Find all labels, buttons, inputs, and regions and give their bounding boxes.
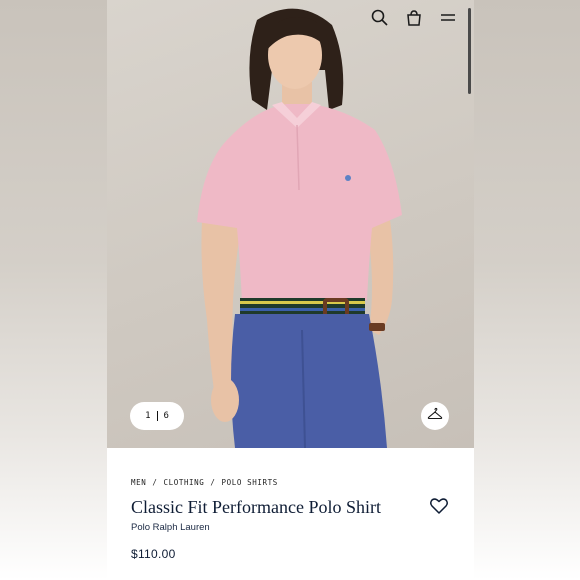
size-guide-button[interactable] — [421, 402, 449, 430]
menu-icon[interactable] — [438, 8, 458, 28]
breadcrumb-clothing[interactable]: CLOTHING — [163, 478, 204, 487]
heart-outline-icon[interactable] — [429, 496, 449, 516]
pager-current: 1 — [145, 411, 151, 421]
breadcrumb-separator: / — [210, 478, 216, 487]
product-image[interactable]: 1 6 — [107, 0, 474, 448]
scrollbar[interactable] — [468, 8, 471, 94]
shopping-bag-icon[interactable] — [404, 8, 424, 28]
breadcrumb-separator: / — [152, 478, 158, 487]
pager-separator — [156, 411, 158, 421]
hanger-icon — [427, 407, 443, 426]
header-icons — [370, 8, 458, 28]
breadcrumb-polo-shirts[interactable]: POLO SHIRTS — [222, 478, 278, 487]
brand-name[interactable]: Polo Ralph Lauren — [131, 522, 210, 533]
product-title: Classic Fit Performance Polo Shirt — [131, 497, 381, 517]
image-pager[interactable]: 1 6 — [130, 402, 184, 430]
search-icon[interactable] — [370, 8, 390, 28]
breadcrumb-men[interactable]: MEN — [131, 478, 146, 487]
product-page: 1 6 MEN / CLOTHING / POLO SHIRTS Classic… — [107, 0, 474, 580]
pager-total: 6 — [163, 411, 169, 421]
model-photo — [197, 8, 402, 448]
product-price: $110.00 — [131, 547, 176, 561]
breadcrumb: MEN / CLOTHING / POLO SHIRTS — [131, 478, 278, 487]
product-info: MEN / CLOTHING / POLO SHIRTS Classic Fit… — [107, 448, 474, 580]
